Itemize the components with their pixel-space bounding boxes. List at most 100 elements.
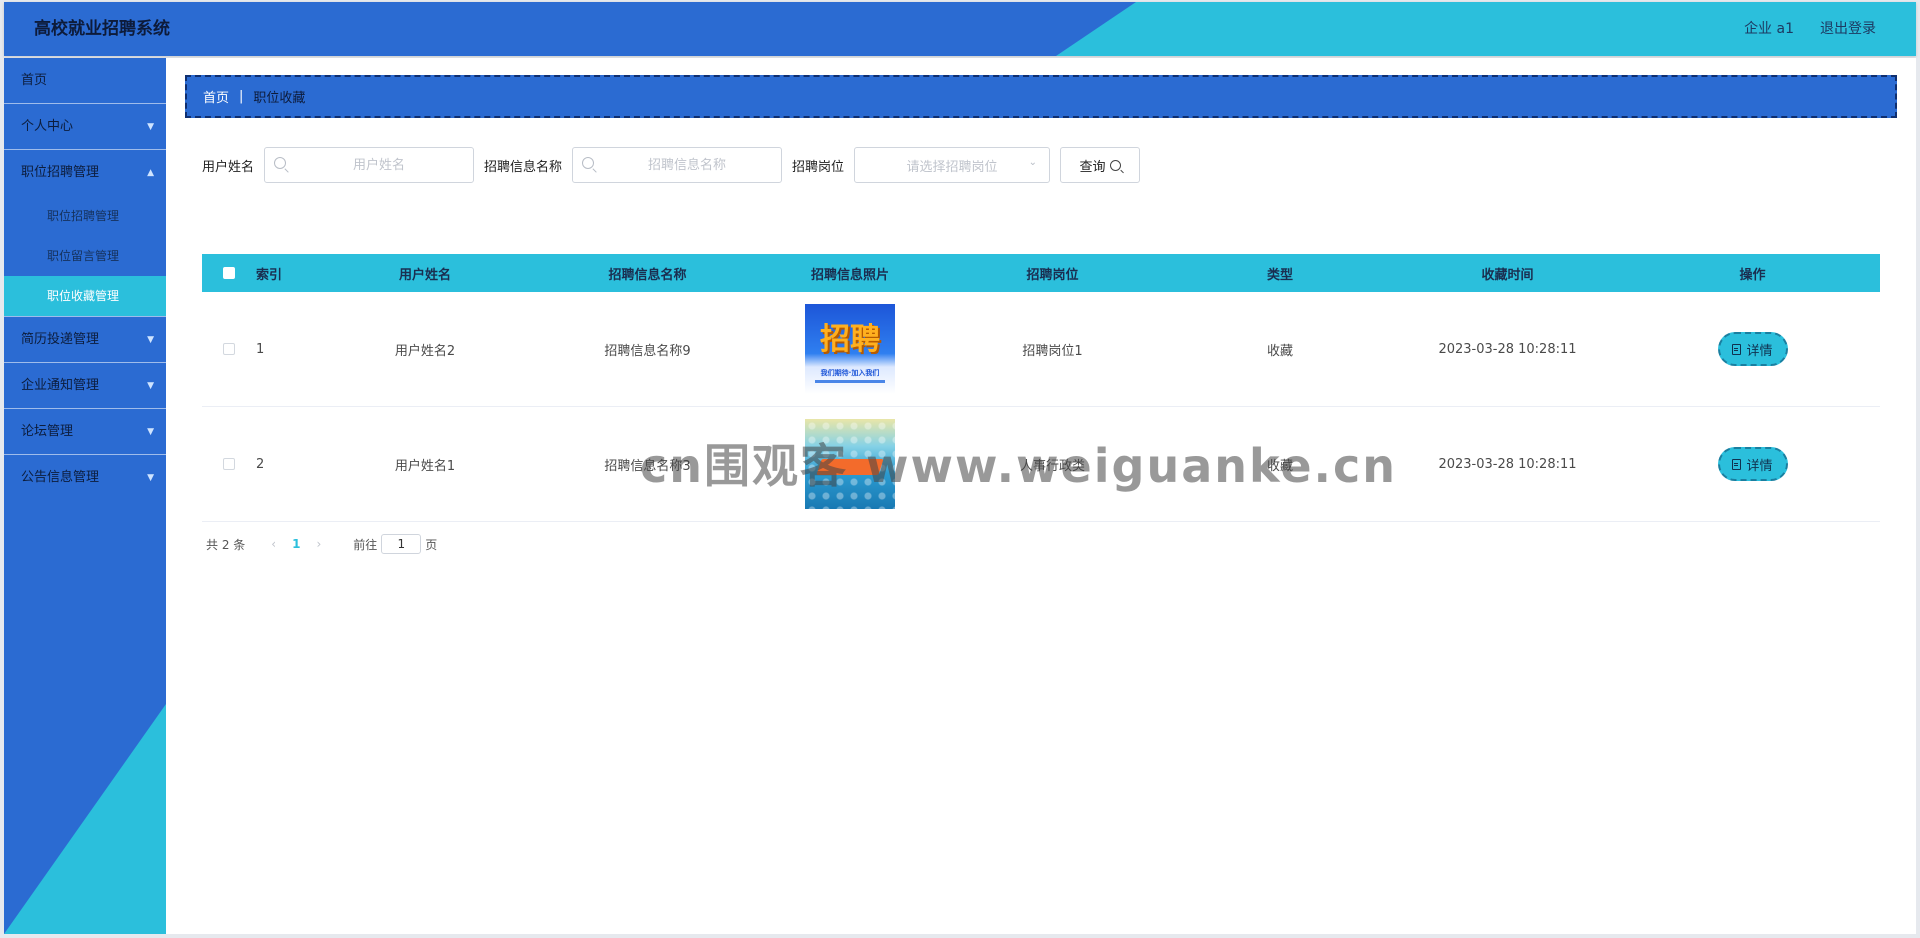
search-icon	[1109, 159, 1121, 171]
submenu-job-recruitment: 职位招聘管理 职位留言管理 职位收藏管理	[4, 196, 166, 317]
goto-page-input[interactable]	[381, 534, 422, 554]
chevron-down-icon: ▼	[147, 334, 154, 345]
job-name-label: 招聘信息名称	[484, 159, 563, 175]
sidebar-accent-shape	[4, 704, 166, 934]
column-header: 招聘信息名称	[608, 267, 687, 283]
row-time: 2023-03-28 10:28:11	[1438, 456, 1577, 472]
detail-button-label: 详情	[1746, 458, 1773, 474]
search-icon	[274, 157, 287, 169]
sidebar-item-label: 公告信息管理	[21, 470, 100, 485]
row-job-name: 招聘信息名称9	[604, 343, 691, 359]
page-suffix: 页	[425, 537, 438, 552]
user-name-field[interactable]	[264, 147, 475, 183]
submenu-item-job-manage[interactable]: 职位招聘管理	[4, 196, 166, 236]
column-header: 类型	[1266, 267, 1293, 283]
sidebar-item-label: 首页	[21, 72, 48, 88]
row-check-cell	[218, 458, 240, 470]
row-check-cell	[218, 343, 240, 355]
column-header: 招聘岗位	[1026, 267, 1079, 283]
chevron-down-icon: ⌄	[1028, 157, 1038, 168]
sidebar-item-label: 企业通知管理	[21, 377, 100, 393]
sidebar-item-label: 个人中心	[21, 118, 74, 134]
sidebar-item-company-notice[interactable]: 企业通知管理 ▼	[4, 363, 166, 409]
prev-page-icon[interactable]: ‹	[271, 537, 276, 551]
user-name-label: 用户姓名	[202, 159, 255, 175]
row-actions: 详情	[1625, 332, 1880, 366]
column-header: 索引	[256, 267, 283, 283]
breadcrumb-separator: |	[239, 89, 244, 104]
query-button-label: 查询	[1079, 159, 1106, 175]
breadcrumb: 首页 | 职位收藏	[185, 75, 1897, 118]
pagination-total: 共 2 条	[206, 537, 246, 552]
column-header: 收藏时间	[1481, 267, 1534, 283]
sidebar-item-job-recruitment[interactable]: 职位招聘管理 ▲	[4, 150, 166, 196]
post-select[interactable]: 请选择招聘岗位 ⌄	[854, 147, 1051, 183]
row-user: 用户姓名1	[394, 458, 456, 474]
document-icon	[1732, 458, 1742, 470]
row-index: 1	[256, 341, 265, 357]
thumbnail-headline: 招聘	[820, 322, 880, 357]
column-header: 招聘信息照片	[810, 267, 889, 283]
sidebar-item-label: 简历投递管理	[21, 331, 100, 347]
logout-link[interactable]: 退出登录	[1820, 2, 1876, 56]
current-user-label[interactable]: 企业 a1	[1744, 2, 1794, 56]
select-all-checkbox[interactable]	[223, 267, 235, 279]
sidebar-item-home[interactable]: 首页	[4, 58, 166, 104]
breadcrumb-current: 职位收藏	[253, 91, 306, 106]
breadcrumb-home[interactable]: 首页	[203, 87, 229, 106]
detail-button-label: 详情	[1746, 343, 1773, 359]
sidebar: 首页 个人中心 ▼ 职位招聘管理 ▲ 职位招聘管理 职位留言管理 职位收藏管理 …	[4, 58, 166, 934]
thumbnail-decoration	[816, 459, 884, 475]
row-job-name: 招聘信息名称3	[604, 458, 691, 474]
page-number[interactable]: 1	[292, 537, 300, 551]
top-header: 高校就业招聘系统 企业 a1 退出登录	[4, 2, 1916, 56]
row-type: 收藏	[1266, 343, 1293, 359]
user-area: 企业 a1 退出登录	[1744, 2, 1876, 56]
pagination: 共 2 条 ‹ 1 › 前往 页	[206, 532, 437, 556]
user-name-input[interactable]	[265, 148, 474, 182]
row-image-cell	[765, 419, 935, 509]
row-index: 2	[256, 456, 265, 472]
detail-button[interactable]: 详情	[1717, 447, 1788, 481]
chevron-down-icon: ▼	[147, 473, 154, 483]
table-header: 索引 用户姓名 招聘信息名称 招聘信息照片 招聘岗位 类型 收藏时间 操作	[202, 254, 1880, 292]
table-row: 1 用户姓名2 招聘信息名称9 招聘 我们期待·加入我们 招聘岗位1 收藏 20…	[202, 292, 1880, 407]
job-photo-thumbnail[interactable]: 招聘 我们期待·加入我们	[805, 304, 895, 394]
main-panel: 首页 | 职位收藏 用户姓名 招聘信息名称 招聘岗位 请选择招聘岗位 ⌄ 查询	[166, 58, 1916, 934]
job-name-field[interactable]	[572, 147, 783, 183]
select-all-cell	[218, 267, 240, 279]
next-page-icon[interactable]: ›	[316, 537, 321, 551]
post-label: 招聘岗位	[792, 159, 845, 175]
sidebar-menu: 首页 个人中心 ▼ 职位招聘管理 ▲ 职位招聘管理 职位留言管理 职位收藏管理 …	[4, 58, 166, 501]
sidebar-item-personal-center[interactable]: 个人中心 ▼	[4, 104, 166, 150]
post-select-placeholder: 请选择招聘岗位	[906, 159, 998, 175]
chevron-down-icon: ▼	[147, 426, 154, 437]
submenu-item-job-favorite[interactable]: 职位收藏管理	[4, 276, 166, 316]
table-row: 2 用户姓名1 招聘信息名称3 人事行政类 收藏 2023-03-28 10:2…	[202, 407, 1880, 522]
row-checkbox[interactable]	[223, 343, 235, 355]
job-photo-thumbnail[interactable]	[805, 419, 895, 509]
job-name-input[interactable]	[573, 148, 782, 182]
row-checkbox[interactable]	[223, 458, 235, 470]
thumbnail-caption: 我们期待·加入我们	[820, 369, 880, 377]
thumbnail-decoration	[815, 380, 885, 383]
chevron-down-icon: ▼	[147, 380, 154, 391]
column-header: 操作	[1739, 267, 1766, 283]
app-title: 高校就业招聘系统	[34, 19, 170, 39]
query-button[interactable]: 查询	[1060, 147, 1141, 183]
row-actions: 详情	[1625, 447, 1880, 481]
sidebar-item-label: 论坛管理	[21, 423, 74, 439]
sidebar-item-announcement[interactable]: 公告信息管理 ▼	[4, 455, 166, 501]
submenu-item-job-comment[interactable]: 职位留言管理	[4, 236, 166, 276]
detail-button[interactable]: 详情	[1717, 332, 1788, 366]
sidebar-item-resume[interactable]: 简历投递管理 ▼	[4, 317, 166, 363]
search-icon	[582, 157, 595, 169]
sidebar-item-forum[interactable]: 论坛管理 ▼	[4, 409, 166, 455]
sidebar-item-label: 职位招聘管理	[21, 165, 100, 180]
row-post: 招聘岗位1	[1022, 343, 1083, 359]
column-header: 用户姓名	[398, 267, 451, 283]
chevron-down-icon: ▼	[147, 121, 154, 132]
document-icon	[1732, 343, 1742, 355]
row-time: 2023-03-28 10:28:11	[1438, 341, 1577, 357]
filter-bar: 用户姓名 招聘信息名称 招聘岗位 请选择招聘岗位 ⌄ 查询	[202, 146, 1141, 184]
